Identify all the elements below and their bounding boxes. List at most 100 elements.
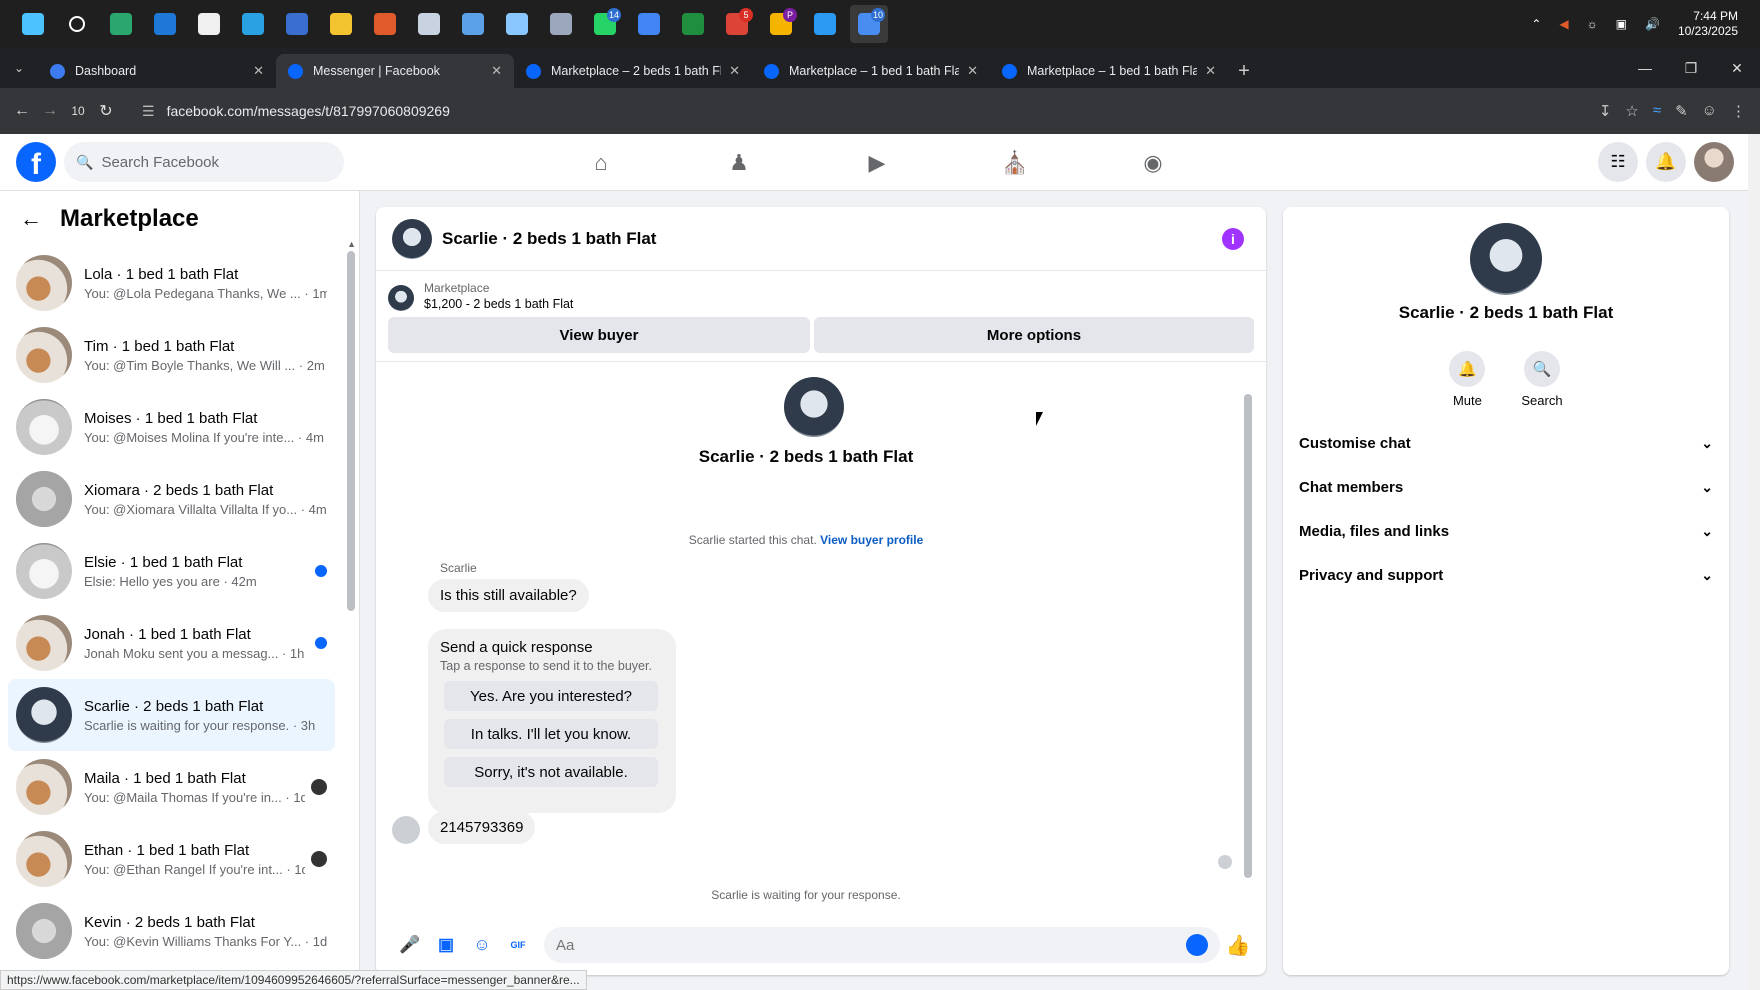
search-icon[interactable] (58, 5, 96, 43)
app-icon[interactable]: 10 (850, 5, 888, 43)
profile-icon[interactable]: ☺ (1702, 102, 1717, 120)
volume-icon[interactable]: 🔊 (1645, 17, 1660, 31)
facebook-search[interactable]: 🔍 Search Facebook (64, 142, 344, 182)
view-buyer-profile-link[interactable]: View buyer profile (820, 533, 923, 547)
quick-response-option[interactable]: In talks. I'll let you know. (444, 719, 658, 749)
chrome-icon[interactable]: 5 (718, 5, 756, 43)
outlook-icon[interactable] (146, 5, 184, 43)
chat-title[interactable]: Scarlie · 2 beds 1 bath Flat (442, 229, 656, 249)
install-app-icon[interactable]: ↧ (1599, 102, 1612, 120)
store-icon[interactable] (190, 5, 228, 43)
chrome-icon[interactable]: P (762, 5, 800, 43)
section-privacy-support[interactable]: Privacy and support ⌄ (1283, 553, 1729, 597)
menu-grid-icon[interactable]: ☷ (1598, 142, 1638, 182)
listing-banner[interactable]: Marketplace $1,200 - 2 beds 1 bath Flat (376, 271, 1266, 311)
site-info-icon[interactable]: ☰ (142, 103, 155, 120)
section-chat-members[interactable]: Chat members ⌄ (1283, 465, 1729, 509)
close-tab-icon[interactable]: ✕ (729, 63, 740, 79)
close-window-icon[interactable]: ✕ (1714, 60, 1760, 77)
app-icon[interactable] (278, 5, 316, 43)
close-tab-icon[interactable]: ✕ (253, 63, 264, 79)
bookmark-star-icon[interactable]: ☆ (1625, 102, 1638, 120)
conversation-item[interactable]: Jonah · 1 bed 1 bath Flat Jonah Moku sent… (8, 607, 335, 679)
windows-start-icon[interactable] (14, 5, 52, 43)
telegram-icon[interactable] (234, 5, 272, 43)
app-icon[interactable] (366, 5, 404, 43)
conversation-item[interactable]: Elsie · 1 bed 1 bath Flat Elsie: Hello ye… (8, 535, 335, 607)
conversation-item[interactable]: Lola · 1 bed 1 bath Flat You: @Lola Pedeg… (8, 247, 335, 319)
conversation-item[interactable]: Ethan · 1 bed 1 bath Flat You: @Ethan Ran… (8, 823, 335, 895)
groups-icon[interactable]: ◉ (1084, 134, 1222, 191)
restore-icon[interactable]: ❐ (1668, 60, 1714, 77)
info-icon[interactable]: i (1222, 227, 1244, 250)
chevron-up-icon[interactable]: ⌃ (1531, 17, 1541, 31)
network-icon[interactable]: ▣ (1616, 17, 1627, 31)
browser-menu-icon[interactable]: ⋮ (1731, 102, 1746, 120)
whatsapp-icon[interactable]: 14 (586, 5, 624, 43)
microphone-icon[interactable]: 🎤 (392, 927, 428, 963)
conversation-item[interactable]: Kevin · 2 beds 1 bath Flat You: @Kevin Wi… (8, 895, 335, 967)
mute-button[interactable]: 🔔 Mute (1449, 351, 1486, 408)
conversation-item[interactable]: Xiomara · 2 beds 1 bath Flat You: @Xiomar… (8, 463, 335, 535)
address-bar[interactable]: ☰ facebook.com/messages/t/81799706080926… (130, 95, 1460, 127)
friends-icon[interactable]: ♟ (670, 134, 808, 191)
quick-response-option[interactable]: Sorry, it's not available. (444, 757, 658, 787)
home-icon[interactable]: ⌂ (532, 134, 670, 191)
chat-scrollbar[interactable] (1244, 394, 1252, 878)
conversation-item[interactable]: Tim · 1 bed 1 bath Flat You: @Tim Boyle T… (8, 319, 335, 391)
conversation-scrollbar[interactable] (347, 251, 355, 611)
facebook-logo[interactable]: f (16, 142, 56, 182)
clock[interactable]: 7:44 PM 10/23/2025 (1678, 9, 1738, 39)
browser-tab[interactable]: Marketplace – 1 bed 1 bath Flat ✕ (990, 54, 1228, 88)
browser-tab[interactable]: Messenger | Facebook ✕ (276, 54, 514, 88)
marketplace-icon[interactable]: ⛪ (946, 134, 1084, 191)
tab-search-dropdown-icon[interactable]: ⌄ (0, 48, 38, 88)
section-media-files-links[interactable]: Media, files and links ⌄ (1283, 509, 1729, 553)
extension-icon[interactable]: ≈ (1653, 102, 1661, 120)
gif-icon[interactable]: GIF (500, 927, 536, 963)
extensions-puzzle-icon[interactable]: ✎ (1675, 102, 1688, 120)
view-buyer-button[interactable]: View buyer (388, 317, 810, 353)
photo-icon[interactable]: ▣ (428, 927, 464, 963)
quick-response-option[interactable]: Yes. Are you interested? (444, 681, 658, 711)
brightness-icon[interactable]: ☼ (1587, 17, 1598, 31)
app-icon[interactable] (806, 5, 844, 43)
close-tab-icon[interactable]: ✕ (1205, 63, 1216, 79)
back-icon[interactable]: ← (8, 102, 36, 120)
conversation-item[interactable]: Scarlie · 2 beds 1 bath Flat Scarlie is w… (8, 679, 335, 751)
video-icon[interactable]: ▶ (808, 134, 946, 191)
browser-tab[interactable]: Marketplace – 1 bed 1 bath Flat ✕ (752, 54, 990, 88)
notepad-icon[interactable] (454, 5, 492, 43)
page-scrollbar[interactable] (1748, 134, 1760, 990)
notifications-bell-icon[interactable]: 🔔 (1646, 142, 1686, 182)
close-tab-icon[interactable]: ✕ (491, 63, 502, 79)
forward-icon[interactable]: → (36, 102, 64, 120)
scroll-up-icon[interactable]: ▲ (347, 239, 356, 249)
app-icon[interactable] (630, 5, 668, 43)
thumbs-up-icon[interactable]: 👍 (1218, 933, 1258, 958)
app-icon[interactable] (498, 5, 536, 43)
close-tab-icon[interactable]: ✕ (967, 63, 978, 79)
minimize-icon[interactable]: — (1622, 60, 1668, 76)
new-tab-button[interactable]: + (1228, 54, 1260, 88)
app-icon[interactable] (410, 5, 448, 43)
browser-tab[interactable]: Dashboard ✕ (38, 54, 276, 88)
back-arrow-icon[interactable]: ← (20, 206, 42, 232)
edge-icon[interactable] (102, 5, 140, 43)
chat-avatar[interactable] (392, 218, 432, 259)
search-chat-button[interactable]: 🔍 Search (1521, 351, 1563, 408)
conversation-item[interactable]: Maila · 1 bed 1 bath Flat You: @Maila Tho… (8, 751, 335, 823)
message-input[interactable] (544, 927, 1220, 963)
app-icon[interactable] (542, 5, 580, 43)
section-customise-chat[interactable]: Customise chat ⌄ (1283, 421, 1729, 465)
emoji-icon[interactable] (1186, 934, 1208, 956)
reload-icon[interactable]: ↻ (92, 101, 120, 121)
browser-tab[interactable]: Marketplace – 2 beds 1 bath Fla ✕ (514, 54, 752, 88)
more-options-button[interactable]: More options (814, 317, 1254, 353)
account-avatar[interactable] (1694, 142, 1734, 182)
speaker-muted-icon[interactable]: ◀ (1559, 17, 1568, 31)
sticker-icon[interactable]: ☺ (464, 927, 500, 963)
conversation-item[interactable]: Moises · 1 bed 1 bath Flat You: @Moises M… (8, 391, 335, 463)
app-icon[interactable] (674, 5, 712, 43)
file-explorer-icon[interactable] (322, 5, 360, 43)
